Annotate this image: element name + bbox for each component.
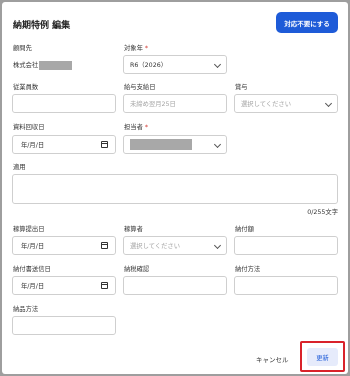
remarks-textarea[interactable] [12, 174, 338, 204]
remarks-char-counter: 0/255文字 [307, 209, 338, 216]
mark-not-required-button[interactable]: 対応不要にする [276, 12, 338, 33]
client-label: 顧問先 [13, 45, 32, 52]
employees-label: 従業員数 [13, 84, 39, 91]
update-button-highlight: 更新 [300, 341, 345, 372]
target-year-value: R6（2026） [130, 62, 168, 69]
payday-input[interactable]: 未締め翌月25日 [123, 94, 227, 113]
redacted-block [39, 60, 73, 70]
calendar-icon[interactable] [101, 282, 108, 289]
chevron-down-icon [213, 60, 222, 69]
calc-submit-date-label: 稼算提出日 [13, 226, 45, 233]
remarks-label: 適用 [13, 164, 26, 171]
assignee-label: 担当者 * [124, 122, 148, 131]
calc-submit-date-input[interactable]: 年/月/日 [12, 236, 116, 255]
cancel-button[interactable]: キャンセル [256, 354, 289, 364]
client-value: 株式会社 [13, 60, 73, 70]
chevron-down-icon [213, 140, 222, 149]
calendar-icon[interactable] [101, 141, 108, 148]
delivery-method-label: 納品方法 [13, 306, 39, 313]
payday-placeholder: 未締め翌月25日 [130, 101, 176, 108]
doc-collection-date-label: 資料回収日 [13, 124, 45, 131]
calculator-placeholder: 選択してください [130, 243, 180, 250]
required-mark: * [144, 124, 149, 131]
bonus-label: 賞与 [235, 84, 248, 91]
payment-slip-date-input[interactable]: 年/月/日 [12, 276, 116, 295]
tax-confirm-label: 納税確認 [124, 266, 150, 273]
calendar-icon[interactable] [101, 242, 108, 249]
employees-input[interactable] [12, 94, 116, 113]
chevron-down-icon [213, 241, 222, 250]
tax-confirm-input[interactable] [123, 276, 227, 295]
payment-amount-label: 納付額 [235, 226, 254, 233]
doc-collection-date-input[interactable]: 年/月/日 [12, 135, 116, 154]
date-placeholder: 年/月/日 [21, 283, 45, 290]
assignee-label-text: 担当者 [124, 124, 143, 131]
calculator-select[interactable]: 選択してください [123, 236, 227, 255]
bonus-select[interactable]: 選択してください [234, 94, 338, 113]
payment-slip-date-label: 納付書送信日 [13, 266, 51, 273]
bonus-placeholder: 選択してください [241, 101, 291, 108]
edit-dialog: 納期特例 編集 対応不要にする 顧問先 株式会社 対象年 * R6（2026） 従… [2, 2, 348, 374]
payment-method-label: 納付方法 [235, 266, 261, 273]
assignee-select[interactable] [123, 135, 227, 154]
calculator-label: 稼算者 [124, 226, 143, 233]
required-mark: * [144, 45, 149, 52]
payment-method-input[interactable] [234, 276, 338, 295]
update-button[interactable]: 更新 [307, 348, 338, 366]
date-placeholder: 年/月/日 [21, 243, 45, 250]
client-value-prefix: 株式会社 [13, 62, 39, 69]
target-year-label-text: 対象年 [124, 45, 143, 52]
redacted-block [130, 139, 192, 150]
dialog-title: 納期特例 編集 [13, 21, 71, 31]
chevron-down-icon [324, 99, 333, 108]
target-year-select[interactable]: R6（2026） [123, 55, 227, 74]
payment-amount-input[interactable] [234, 236, 338, 255]
payday-label: 給与支給日 [124, 84, 156, 91]
target-year-label: 対象年 * [124, 43, 148, 52]
date-placeholder: 年/月/日 [21, 142, 45, 149]
delivery-method-input[interactable] [12, 316, 116, 335]
